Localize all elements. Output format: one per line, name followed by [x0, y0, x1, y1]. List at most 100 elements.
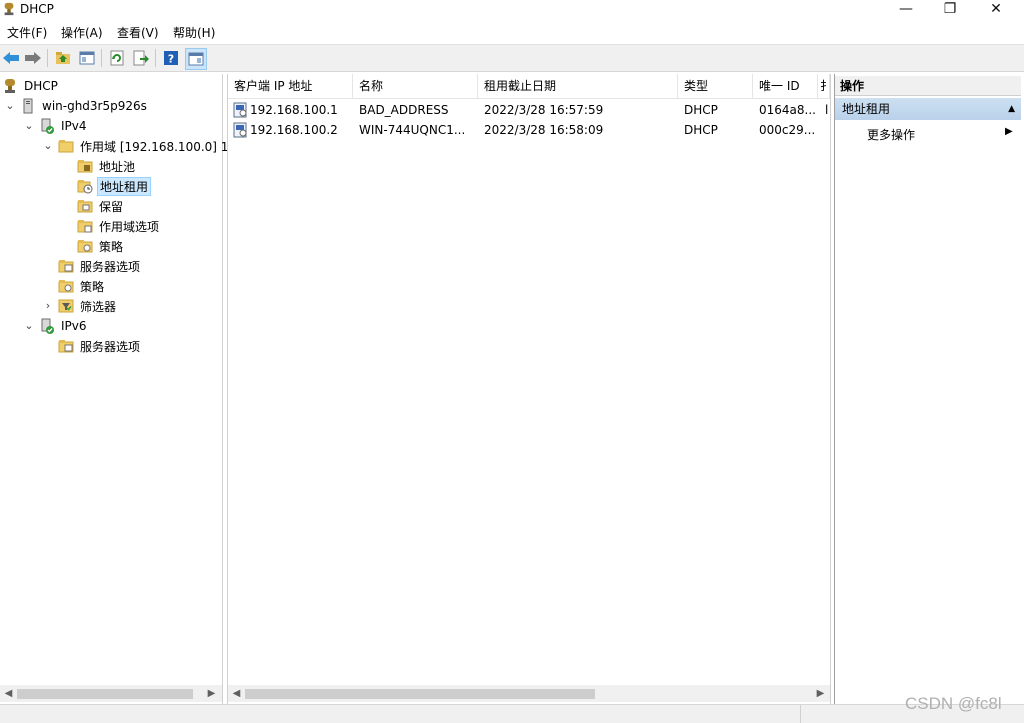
tree-label: DHCP	[24, 79, 58, 93]
collapse-chevron-icon[interactable]: ⌄	[4, 100, 16, 112]
more-actions-item[interactable]: 更多操作 ▶	[835, 122, 1021, 144]
collapse-up-icon[interactable]: ▲	[1008, 98, 1015, 120]
column-truncated[interactable]: 扌	[818, 74, 830, 98]
scope-options-icon	[77, 220, 93, 233]
tree-item-server-options-v6[interactable]: 服务器选项	[58, 336, 142, 356]
scroll-left-icon[interactable]: ◀	[228, 685, 245, 702]
tree-item-scope-options[interactable]: 作用域选项	[77, 216, 161, 236]
expand-chevron-icon[interactable]: ›	[42, 300, 54, 312]
lease-icon	[233, 122, 247, 138]
cell-truncated: l	[825, 103, 829, 117]
tree-label: IPv6	[61, 319, 87, 333]
scrollbar-thumb[interactable]	[17, 689, 193, 699]
address-pool-icon	[77, 160, 93, 173]
console-tree-pane: DHCP ⌄ win-ghd3r5p926s ⌄ IPv4 ⌄ 作用域 [192…	[0, 74, 233, 704]
actions-pane: 操作 地址租用 ▲ 更多操作 ▶	[834, 74, 1021, 704]
tree-item-scope[interactable]: 作用域 [192.168.100.0] 1(	[58, 136, 235, 156]
ipv4-icon	[41, 118, 54, 134]
menu-view[interactable]: 查看(V)	[117, 24, 159, 41]
actions-header: 操作	[835, 76, 1021, 96]
policies-icon	[77, 240, 93, 253]
collapse-chevron-icon[interactable]: ⌄	[23, 320, 35, 332]
tree-item-server[interactable]: win-ghd3r5p926s	[20, 96, 149, 116]
dhcp-app-icon	[4, 2, 14, 16]
tree-label: 筛选器	[80, 299, 117, 314]
cell-expires: 2022/3/28 16:57:59	[484, 103, 604, 117]
lease-list-pane: 客户端 IP 地址 名称 租用截止日期 类型 唯一 ID 扌 192.168.1…	[227, 74, 831, 704]
tree-item-dhcp[interactable]: DHCP	[2, 76, 60, 96]
cell-unique-id: 0164a8...	[759, 103, 816, 117]
show-hide-tree-icon[interactable]	[77, 48, 97, 68]
column-name[interactable]: 名称	[353, 74, 478, 98]
tree-label: 地址池	[99, 159, 136, 174]
tree-item-ipv6[interactable]: IPv6	[39, 316, 89, 336]
tree-item-ipv4[interactable]: IPv4	[39, 116, 89, 136]
menu-help[interactable]: 帮助(H)	[173, 24, 215, 41]
maximize-button[interactable]: ❐	[927, 0, 973, 20]
column-client-ip[interactable]: 客户端 IP 地址	[228, 74, 353, 98]
ipv6-icon	[41, 318, 54, 334]
toolbar: ?	[0, 44, 1024, 72]
forward-icon[interactable]	[23, 48, 43, 68]
tree-item-address-leases[interactable]: 地址租用	[77, 176, 152, 196]
column-unique-id[interactable]: 唯一 ID	[753, 74, 818, 98]
tree-label: 作用域选项	[99, 219, 160, 234]
column-lease-expiration[interactable]: 租用截止日期	[478, 74, 678, 98]
tree-label: 保留	[99, 199, 124, 214]
tree-label: 作用域 [192.168.100.0] 1(	[80, 139, 234, 154]
scroll-left-icon[interactable]: ◀	[0, 685, 17, 702]
tree-label: 地址租用	[97, 176, 152, 196]
tree-item-address-pool[interactable]: 地址池	[77, 156, 137, 176]
cell-name: BAD_ADDRESS	[359, 103, 449, 117]
tree-label: win-ghd3r5p926s	[42, 99, 147, 113]
collapse-chevron-icon[interactable]: ⌄	[42, 140, 54, 152]
list-header: 客户端 IP 地址 名称 租用截止日期 类型 唯一 ID 扌	[228, 74, 830, 99]
menu-file[interactable]: 文件(F)	[7, 24, 47, 41]
scrollbar-thumb[interactable]	[245, 689, 595, 699]
status-bar	[0, 704, 1024, 723]
tree-horizontal-scrollbar[interactable]: ◀ ▶	[0, 685, 222, 702]
actions-section-address-leases[interactable]: 地址租用 ▲	[835, 98, 1021, 120]
tree-item-scope-policies[interactable]: 策略	[77, 236, 125, 256]
tree-label: 服务器选项	[80, 259, 141, 274]
scroll-right-icon[interactable]: ▶	[812, 685, 829, 702]
svg-text:?: ?	[168, 53, 174, 66]
actions-section-label: 地址租用	[842, 102, 891, 116]
cell-client-ip: 192.168.100.1	[250, 103, 338, 117]
menu-action[interactable]: 操作(A)	[61, 24, 103, 41]
scroll-right-icon[interactable]: ▶	[203, 685, 220, 702]
tree-item-filters[interactable]: 筛选器	[58, 296, 118, 316]
cell-unique-id: 000c29...	[759, 123, 816, 137]
toolbar-separator	[101, 49, 102, 67]
tree-label: IPv4	[61, 119, 87, 133]
column-type[interactable]: 类型	[678, 74, 753, 98]
table-row[interactable]: 192.168.100.1 BAD_ADDRESS 2022/3/28 16:5…	[228, 100, 830, 120]
list-horizontal-scrollbar[interactable]: ◀ ▶	[228, 685, 830, 702]
collapse-chevron-icon[interactable]: ⌄	[23, 120, 35, 132]
tree-item-server-options-v4[interactable]: 服务器选项	[58, 256, 142, 276]
export-list-icon[interactable]	[131, 48, 151, 68]
table-row[interactable]: 192.168.100.2 WIN-744UQNC1... 2022/3/28 …	[228, 120, 830, 140]
up-folder-icon[interactable]	[53, 48, 73, 68]
server-options-icon	[58, 340, 74, 353]
cell-type: DHCP	[684, 103, 718, 117]
status-divider	[800, 705, 801, 723]
refresh-icon[interactable]	[107, 48, 127, 68]
tree-item-policies-v4[interactable]: 策略	[58, 276, 106, 296]
tree-item-reservations[interactable]: 保留	[77, 196, 125, 216]
menu-bar: 文件(F) 操作(A) 查看(V) 帮助(H)	[0, 20, 1024, 42]
watermark-text: CSDN @fc8l	[905, 694, 1002, 713]
toolbar-separator	[155, 49, 156, 67]
show-hide-action-pane-icon[interactable]	[185, 48, 207, 70]
server-icon	[23, 98, 33, 114]
submenu-arrow-icon: ▶	[1005, 126, 1013, 137]
tree-label: 服务器选项	[80, 339, 141, 354]
more-actions-label: 更多操作	[867, 128, 916, 142]
server-options-icon	[58, 260, 74, 273]
close-button[interactable]: ✕	[973, 0, 1019, 20]
back-icon[interactable]	[1, 48, 21, 68]
reservations-icon	[77, 200, 93, 213]
toolbar-separator	[47, 49, 48, 67]
minimize-button[interactable]: —	[883, 0, 929, 20]
help-icon[interactable]: ?	[161, 48, 181, 68]
